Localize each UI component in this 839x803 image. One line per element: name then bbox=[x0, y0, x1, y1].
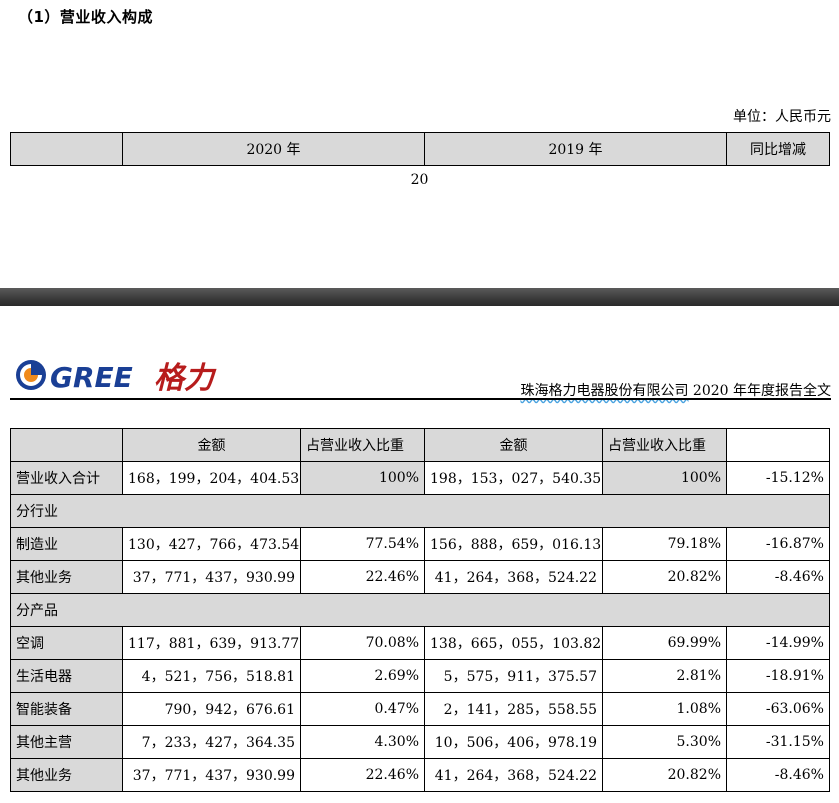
cell-yoy: -18.91% bbox=[726, 659, 830, 693]
cell-ratio-2019: 100% bbox=[602, 461, 727, 495]
header-year-2019: 2019 年 bbox=[424, 132, 727, 166]
section-title: （1）营业收入构成 bbox=[18, 8, 153, 26]
cell-ratio-2020: 22.46% bbox=[300, 560, 425, 594]
table-row: 其他主营 7，233，427，364.35 4.30% 10，506，406，9… bbox=[10, 725, 830, 759]
page-number: 20 bbox=[410, 172, 429, 188]
cell-amount-2019: 5，575，911，375.57 bbox=[424, 659, 603, 693]
cell-amount-2020: 117，881，639，913.77 bbox=[122, 626, 301, 660]
cell-amount-2019: 156，888，659，016.13 bbox=[424, 527, 603, 561]
cell-ratio-2020: 70.08% bbox=[300, 626, 425, 660]
gree-logo: GREE 格力 bbox=[14, 356, 224, 396]
gree-emblem-icon bbox=[16, 360, 46, 390]
cell-amount-2020: 4，521，756，518.81 bbox=[122, 659, 301, 693]
revenue-header-table: 2020 年 2019 年 同比增减 bbox=[10, 132, 830, 166]
cell-amount-2019: 41，264，368，524.22 bbox=[424, 758, 603, 792]
report-company-name: 珠海格力电器股份有限公司 bbox=[520, 383, 689, 399]
cell-ratio-2020: 0.47% bbox=[300, 692, 425, 726]
cell-yoy: -8.46% bbox=[726, 758, 830, 792]
section-row-industry: 分行业 bbox=[10, 494, 830, 528]
cell-amount-2020: 37，771，437，930.99 bbox=[122, 560, 301, 594]
cell-amount-2019: 138，665，055，103.82 bbox=[424, 626, 603, 660]
cell-ratio-2019: 20.82% bbox=[602, 758, 727, 792]
cell-yoy: -14.99% bbox=[726, 626, 830, 660]
cell-ratio-2020: 77.54% bbox=[300, 527, 425, 561]
page-break-bar bbox=[0, 288, 839, 306]
cell-yoy: -63.06% bbox=[726, 692, 830, 726]
header-yoy: 同比增减 bbox=[726, 132, 830, 166]
cell-ratio-2019: 5.30% bbox=[602, 725, 727, 759]
row-label: 其他业务 bbox=[10, 560, 123, 594]
header-year-2020: 2020 年 bbox=[122, 132, 425, 166]
unit-label: 单位：人民币元 bbox=[733, 109, 831, 125]
cell-amount-2019: 10，506，406，978.19 bbox=[424, 725, 603, 759]
header-blank-cell bbox=[10, 132, 123, 166]
header-rule bbox=[10, 398, 831, 400]
report-header-caption: 珠海格力电器股份有限公司 2020 年年度报告全文 bbox=[520, 380, 831, 400]
cell-ratio-2020: 100% bbox=[300, 461, 425, 495]
cell-ratio-2020: 22.46% bbox=[300, 758, 425, 792]
cell-amount-2020: 130，427，766，473.54 bbox=[122, 527, 301, 561]
table-row: 其他业务 37，771，437，930.99 22.46% 41，264，368… bbox=[10, 560, 830, 594]
column-header-row: 金额 占营业收入比重 金额 占营业收入比重 bbox=[10, 428, 830, 462]
row-label: 智能装备 bbox=[10, 692, 123, 726]
row-label: 其他主营 bbox=[10, 725, 123, 759]
revenue-table: 金额 占营业收入比重 金额 占营业收入比重 营业收入合计 168，199，204… bbox=[10, 428, 830, 792]
logo-brand-cn-text: 格力 bbox=[154, 361, 217, 396]
row-label: 生活电器 bbox=[10, 659, 123, 693]
cell-amount-2020: 37，771，437，930.99 bbox=[122, 758, 301, 792]
cell-ratio-2019: 20.82% bbox=[602, 560, 727, 594]
cell-yoy: -15.12% bbox=[726, 461, 830, 495]
row-label: 空调 bbox=[10, 626, 123, 660]
cell-amount-2020: 790，942，676.61 bbox=[122, 692, 301, 726]
col-amount-2019: 金额 bbox=[424, 428, 603, 462]
table-row: 生活电器 4，521，756，518.81 2.69% 5，575，911，37… bbox=[10, 659, 830, 693]
table-row: 制造业 130，427，766，473.54 77.54% 156，888，65… bbox=[10, 527, 830, 561]
table-row: 空调 117，881，639，913.77 70.08% 138，665，055… bbox=[10, 626, 830, 660]
section-heading: 分行业 bbox=[10, 494, 830, 528]
col-ratio-2019: 占营业收入比重 bbox=[602, 428, 727, 462]
table-row: 其他业务 37，771，437，930.99 22.46% 41，264，368… bbox=[10, 758, 830, 792]
row-label: 制造业 bbox=[10, 527, 123, 561]
logo-brand-text: GREE bbox=[50, 361, 133, 394]
cell-ratio-2020: 4.30% bbox=[300, 725, 425, 759]
table-row-total: 营业收入合计 168，199，204，404.53 100% 198，153，0… bbox=[10, 461, 830, 495]
cell-amount-2020: 7，233，427，364.35 bbox=[122, 725, 301, 759]
col-yoy-blank bbox=[726, 428, 830, 462]
cell-amount-2019: 41，264，368，524.22 bbox=[424, 560, 603, 594]
cell-yoy: -31.15% bbox=[726, 725, 830, 759]
cell-ratio-2019: 1.08% bbox=[602, 692, 727, 726]
col-ratio-2020: 占营业收入比重 bbox=[300, 428, 425, 462]
cell-amount-2019: 2，141，285，558.55 bbox=[424, 692, 603, 726]
row-label: 营业收入合计 bbox=[10, 461, 123, 495]
col-amount-2020: 金额 bbox=[122, 428, 301, 462]
row-label: 其他业务 bbox=[10, 758, 123, 792]
cell-ratio-2020: 2.69% bbox=[300, 659, 425, 693]
cell-ratio-2019: 69.99% bbox=[602, 626, 727, 660]
cell-ratio-2019: 2.81% bbox=[602, 659, 727, 693]
table-row: 智能装备 790，942，676.61 0.47% 2，141，285，558.… bbox=[10, 692, 830, 726]
section-heading: 分产品 bbox=[10, 593, 830, 627]
cell-yoy: -8.46% bbox=[726, 560, 830, 594]
section-row-product: 分产品 bbox=[10, 593, 830, 627]
col-blank bbox=[10, 428, 123, 462]
cell-amount-2019: 198，153，027，540.35 bbox=[424, 461, 603, 495]
report-title: 2020 年年度报告全文 bbox=[688, 383, 831, 399]
cell-yoy: -16.87% bbox=[726, 527, 830, 561]
cell-ratio-2019: 79.18% bbox=[602, 527, 727, 561]
cell-amount-2020: 168，199，204，404.53 bbox=[122, 461, 301, 495]
